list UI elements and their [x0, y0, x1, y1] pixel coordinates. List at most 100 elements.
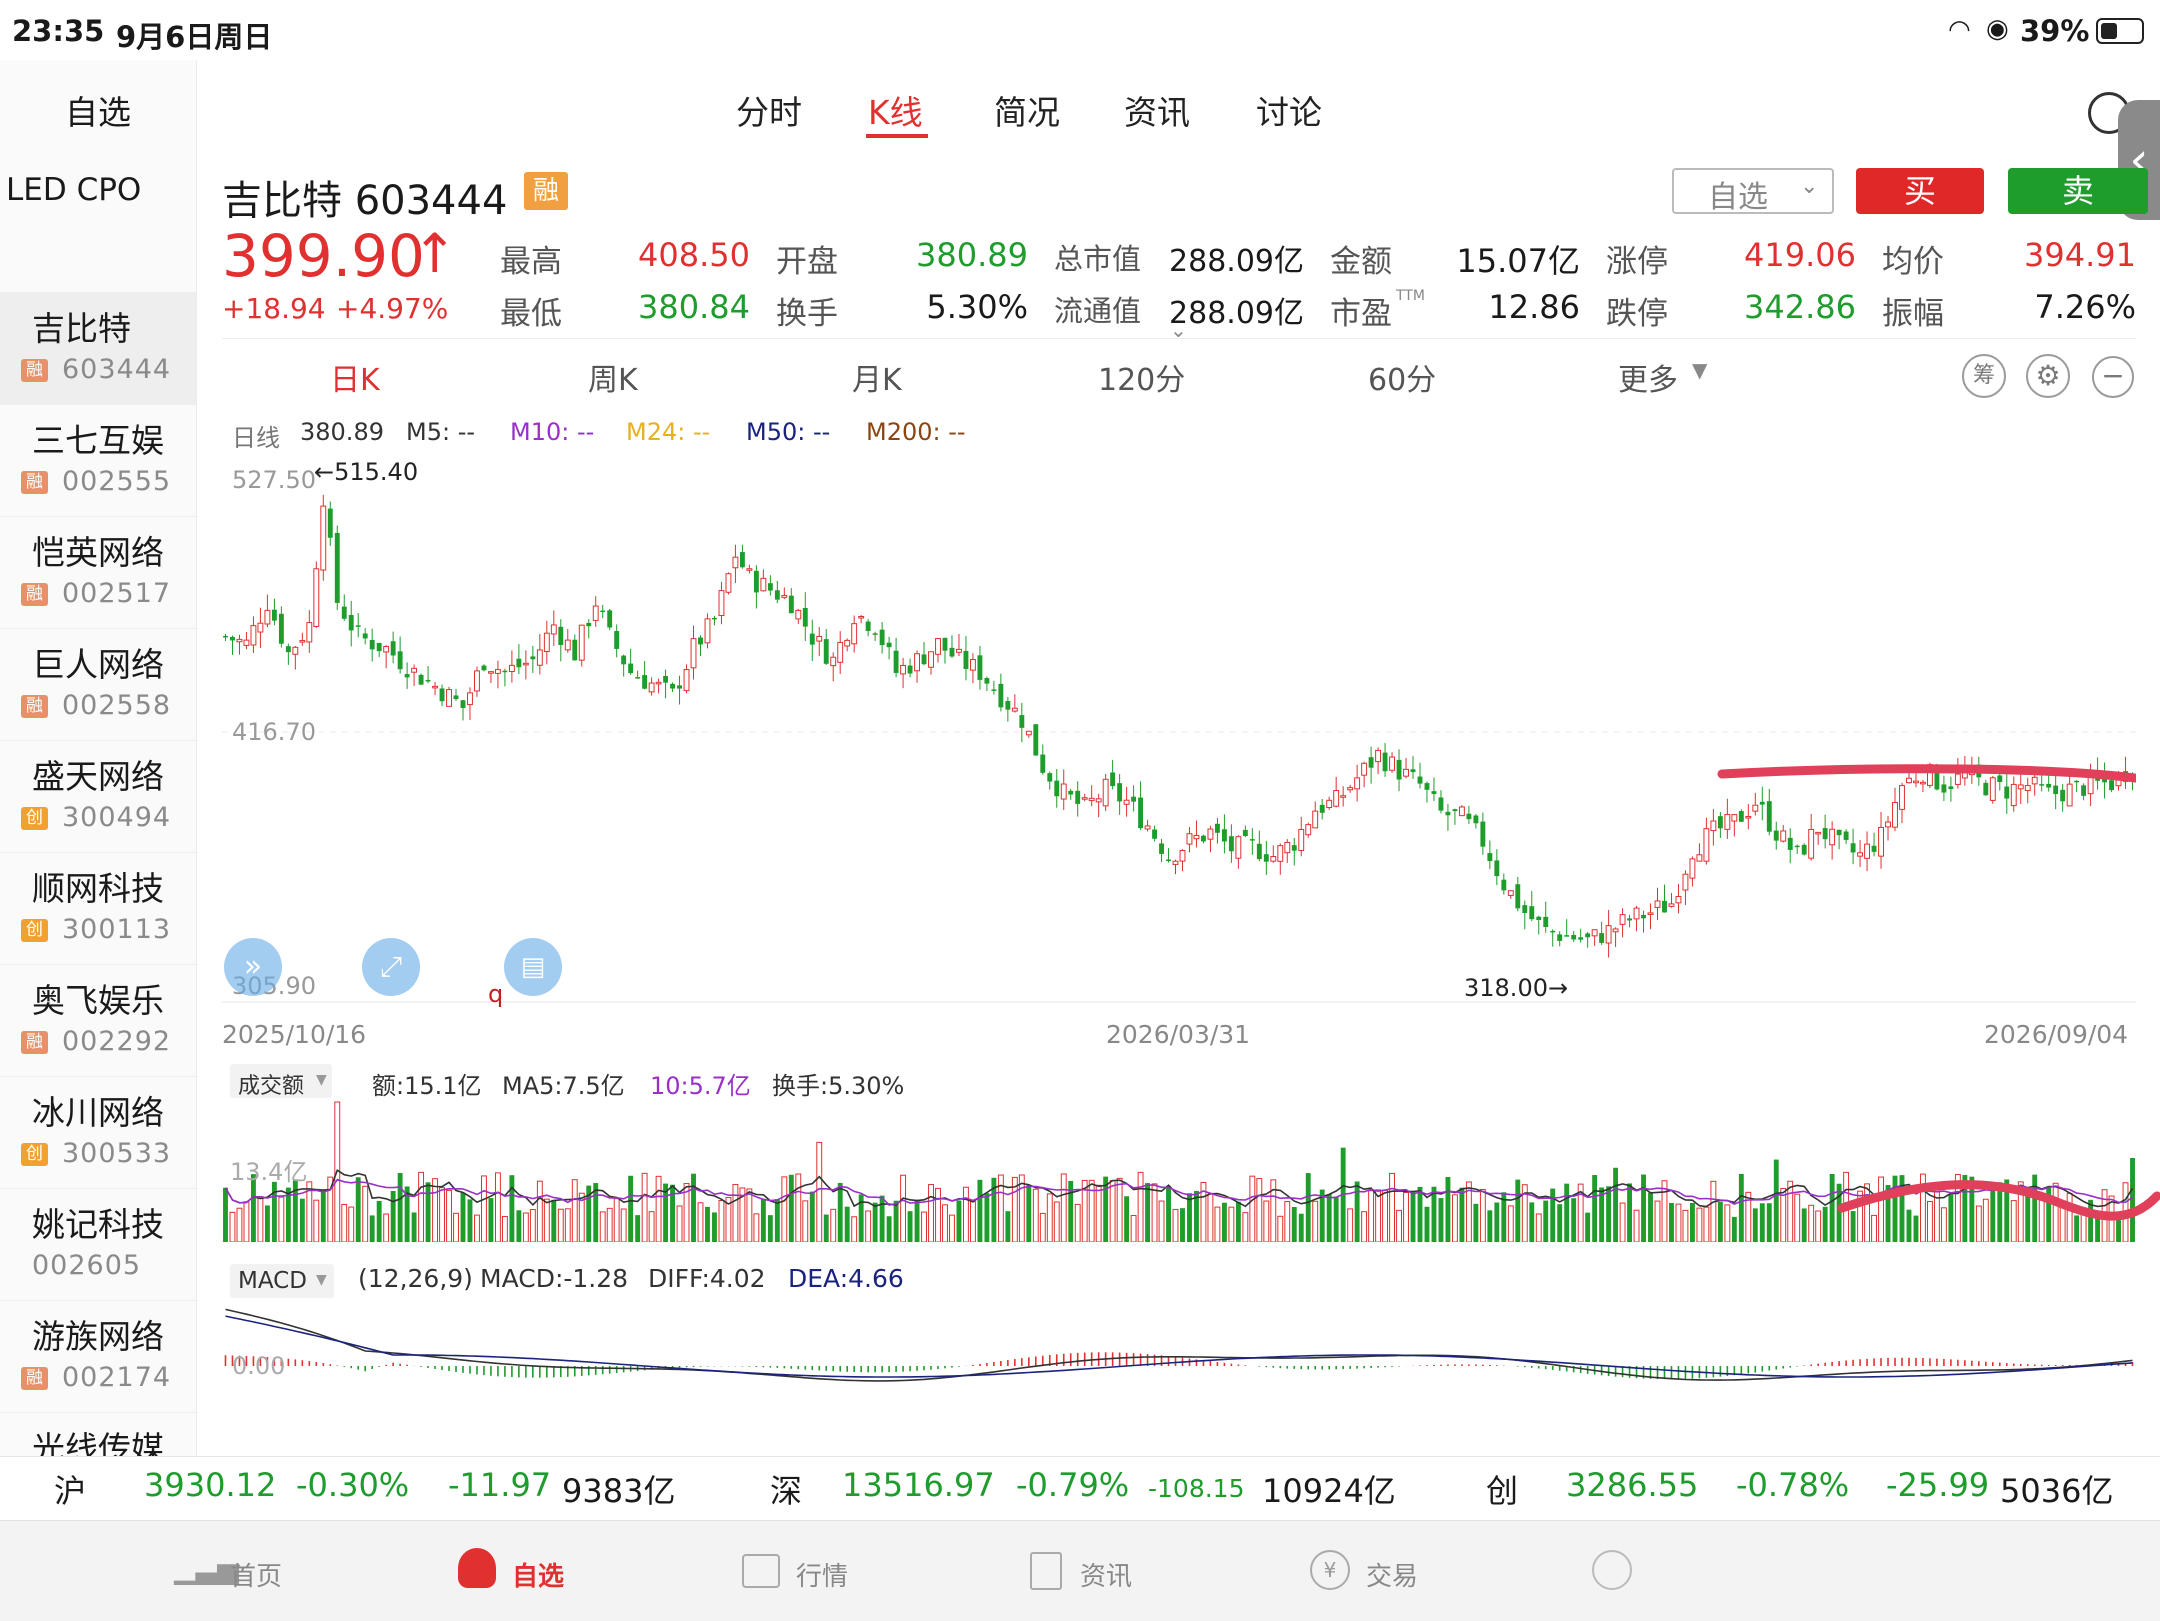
candle-body: [1507, 890, 1514, 896]
period-tab-60min[interactable]: 60分: [1368, 355, 1436, 399]
volume-bar: [536, 1180, 543, 1242]
watchlist-item-badge: 创: [21, 807, 48, 830]
candle-body: [718, 590, 725, 617]
period-tab-more[interactable]: 更多: [1618, 355, 1678, 399]
macd-chart[interactable]: [222, 1296, 2136, 1446]
candle-body: [278, 613, 284, 644]
macd-value: MACD:-1.28: [480, 1264, 629, 1293]
candle-body: [1403, 768, 1409, 777]
watchlist-item[interactable]: 姚记科技 002605: [0, 1188, 196, 1301]
volume-bar: [705, 1206, 710, 1242]
volume-bar: [1361, 1211, 1368, 1242]
period-tab-120min[interactable]: 120分: [1098, 355, 1185, 399]
fullscreen-icon[interactable]: ⤢: [362, 938, 420, 996]
volume-chart[interactable]: [222, 1100, 2160, 1242]
watchlist-item[interactable]: 吉比特融 603444: [0, 292, 196, 405]
candle-body: [1396, 759, 1402, 780]
nav-trade[interactable]: ¥ 交易: [1310, 1548, 1510, 1598]
add-watchlist-dropdown[interactable]: 自选 ⌄: [1672, 168, 1834, 215]
volume-bar: [1053, 1201, 1060, 1242]
candle-body: [1117, 783, 1123, 802]
y-axis-mid: 416.70: [232, 718, 316, 746]
nav-home[interactable]: ▁▃▅ 首页: [174, 1548, 374, 1598]
volume-bar: [341, 1203, 348, 1242]
volume-bar: [1724, 1204, 1731, 1242]
tab-news[interactable]: 资讯: [1124, 86, 1190, 134]
chip-icon[interactable]: 筹: [1962, 354, 2006, 398]
stat-limit-down-label: 跌停: [1606, 296, 1668, 332]
watchlist-item-name: 姚记科技: [32, 1205, 164, 1244]
candle-body: [683, 669, 690, 692]
candle-body: [921, 654, 927, 665]
volume-bar: [390, 1190, 396, 1242]
watchlist-item-badge: 融: [21, 583, 48, 606]
nav-watchlist[interactable]: 自选: [456, 1546, 656, 1600]
candle-body: [383, 646, 390, 653]
watchlist-item[interactable]: 三七互娱融 002555: [0, 404, 196, 517]
zoom-out-icon[interactable]: −: [2092, 356, 2134, 398]
watchlist-item-name: 恺英网络: [32, 533, 164, 572]
stat-low-label: 最低: [500, 296, 562, 332]
volume-bar: [1228, 1206, 1235, 1242]
volume-bar: [984, 1193, 990, 1242]
candle-body: [1431, 791, 1437, 795]
chevron-down-icon: ▼: [316, 1272, 327, 1288]
candle-body: [2024, 785, 2031, 792]
volume-bar: [1759, 1203, 1765, 1242]
candle-body: [830, 656, 837, 667]
watchlist-item[interactable]: 盛天网络创 300494: [0, 740, 196, 853]
candle-body: [369, 639, 375, 650]
volume-bar: [1606, 1186, 1612, 1242]
period-tab-day[interactable]: 日K: [330, 355, 380, 399]
watchlist-item[interactable]: 游族网络融 002174: [0, 1300, 196, 1413]
watchlist-item[interactable]: 巨人网络融 002558: [0, 628, 196, 741]
nav-market[interactable]: 行情: [742, 1548, 942, 1598]
candle-body: [739, 552, 745, 568]
watchlist-item[interactable]: 冰川网络创 300533: [0, 1076, 196, 1189]
candle-body: [487, 671, 494, 674]
buy-button[interactable]: 买: [1856, 168, 1984, 214]
kline-chart[interactable]: [222, 456, 2136, 1004]
watchlist-item[interactable]: 光线传媒: [0, 1412, 196, 1456]
candle-body: [1605, 925, 1612, 944]
watchlist-item[interactable]: 顺网科技创 300113: [0, 852, 196, 965]
watchlist-group[interactable]: LED CPO: [6, 172, 141, 208]
candle-body: [1131, 796, 1137, 802]
period-tab-week[interactable]: 周K: [588, 355, 638, 399]
tab-overview[interactable]: 简况: [994, 86, 1060, 134]
watchlist-item[interactable]: 恺英网络融 002517: [0, 516, 196, 629]
period-tab-month[interactable]: 月K: [852, 355, 902, 399]
watchlist-item-name: 顺网科技: [32, 869, 164, 908]
volume-indicator-select[interactable]: 成交额 ▼: [230, 1064, 332, 1099]
tab-discussion[interactable]: 讨论: [1256, 86, 1322, 134]
volume-bar: [1641, 1174, 1646, 1242]
price-change: +18.94: [222, 292, 326, 325]
volume-bar: [1046, 1193, 1053, 1242]
watchlist-item[interactable]: 奥飞娱乐融 002292: [0, 964, 196, 1077]
volume-y-top: 13.4亿: [230, 1158, 308, 1186]
sell-button[interactable]: 卖: [2008, 168, 2148, 214]
candle-body: [1340, 795, 1347, 798]
stat-limit-down-value: 342.86: [1744, 288, 1856, 326]
volume-bar: [767, 1215, 773, 1242]
more-circle-icon[interactable]: [1592, 1550, 1632, 1590]
watchlist-title[interactable]: 自选: [0, 86, 196, 134]
candle-body: [1228, 836, 1234, 852]
draw-tool-icon[interactable]: ▤: [504, 938, 562, 996]
macd-indicator-select[interactable]: MACD ▼: [230, 1264, 334, 1298]
candle-body: [1025, 730, 1032, 736]
tab-timeshare[interactable]: 分时: [736, 86, 802, 134]
volume-bar: [1277, 1215, 1284, 1242]
tab-kline[interactable]: K线: [868, 86, 923, 134]
stat-open-value: 380.89: [916, 236, 1028, 274]
fast-forward-icon[interactable]: »: [224, 938, 282, 996]
candle-body: [823, 639, 829, 664]
gear-icon[interactable]: ⚙: [2026, 354, 2070, 398]
candle-body: [397, 651, 403, 670]
index-sz-pct: -0.79%: [1016, 1466, 1130, 1504]
candle-body: [1382, 752, 1388, 772]
volume-bar: [788, 1174, 794, 1242]
candle-body: [1424, 783, 1430, 790]
nav-news[interactable]: 资讯: [1028, 1548, 1228, 1598]
volume-bar: [1682, 1209, 1689, 1242]
